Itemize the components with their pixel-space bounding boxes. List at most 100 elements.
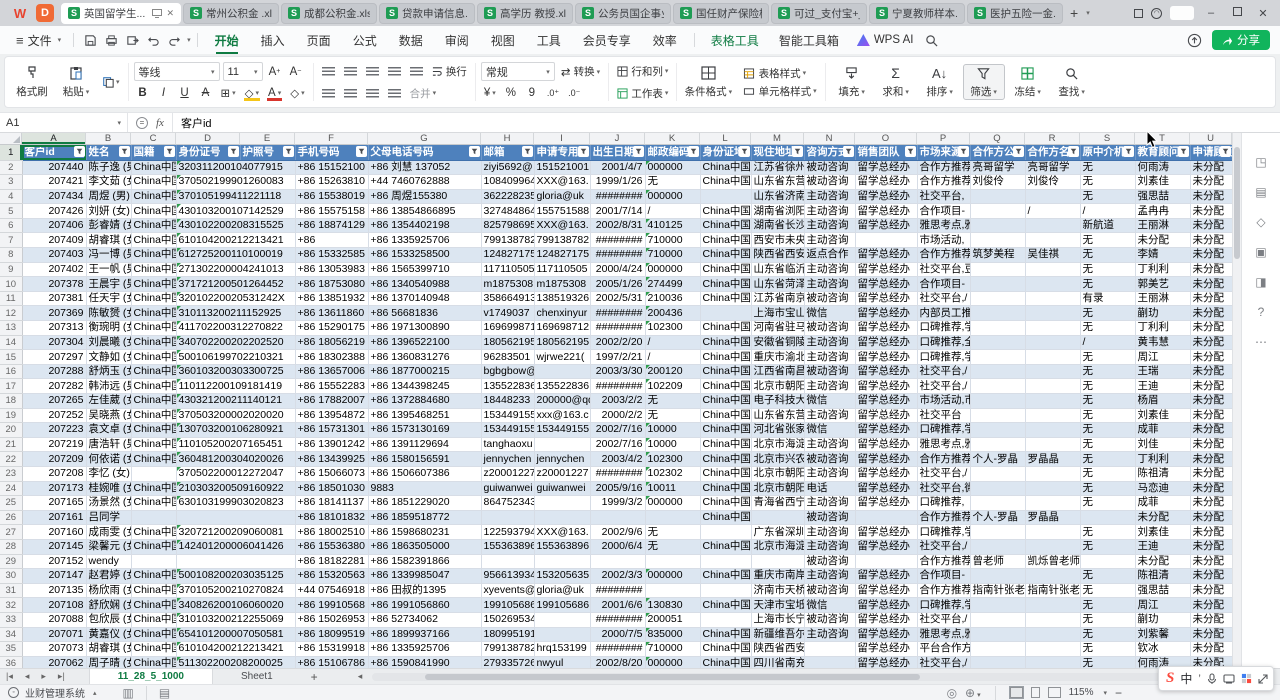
cell-D13[interactable]: 411702200312270822 [176,321,295,336]
cell-P5[interactable]: 合作项目- [917,204,970,219]
cell-C29[interactable] [131,554,176,569]
cell-K8[interactable]: 710000 [645,248,700,263]
cell-F3[interactable]: +86 15263810 [295,175,368,190]
cell-L3[interactable]: China中国 [700,175,751,190]
cell-S24[interactable]: 无 [1080,481,1135,496]
cell-K14[interactable]: / [645,335,700,350]
cell-D21[interactable]: 110105200207165451 [176,437,295,452]
row-number[interactable]: 22 [0,452,22,467]
cell-U31[interactable]: 未分配 [1190,583,1232,598]
cell-I21[interactable] [534,437,590,452]
ime-punctuation-icon[interactable]: ’ [1198,673,1200,685]
cell-D9[interactable]: 271302200004241013 [176,262,295,277]
cell-B18[interactable]: 左佳葳 (女 [86,394,131,409]
prev-sheet-icon[interactable]: ◂ [19,671,36,682]
cell-O18[interactable]: 留学总经办 [855,394,917,409]
share-button[interactable]: 分享 [1212,30,1270,50]
cell-O23[interactable]: 留学总经办 [855,466,917,481]
cell-F25[interactable]: +86 18141137 [295,496,368,511]
cell-M34[interactable]: 新疆维吾尔 [751,627,804,642]
cell-F18[interactable]: +86 17882007 [295,394,368,409]
cell-Q21[interactable] [970,437,1025,452]
filter-dropdown-icon[interactable] [843,146,854,157]
cell-U18[interactable]: 未分配 [1190,394,1232,409]
cell-O36[interactable]: 留学总经办 [855,656,917,668]
cell-D34[interactable]: 654101200007050581 [176,627,295,642]
tab-list-chevron-icon[interactable]: ▾ [1086,9,1090,17]
cell-U24[interactable]: 未分配 [1190,481,1232,496]
cell-M25[interactable]: 青海省西宁 [751,496,804,511]
cell-F32[interactable]: +86 19910568 [295,598,368,613]
cell-Q13[interactable] [970,321,1025,336]
cell-P26[interactable]: 合作方推荐 [917,510,970,525]
cell-M15[interactable]: 重庆市渝北 [751,350,804,365]
cell-U16[interactable]: 未分配 [1190,364,1232,379]
cell-D16[interactable]: 360103200303300725 [176,364,295,379]
cell-I20[interactable]: 153449155 [534,423,590,438]
cell-U21[interactable]: 未分配 [1190,437,1232,452]
document-tab[interactable]: S医护五险一金.xlsx [967,3,1063,24]
panel-preview-icon[interactable]: ▤ [1255,185,1266,199]
cell-M3[interactable]: 山东省东营 [751,175,804,190]
cell-S6[interactable]: 新航道 [1080,218,1135,233]
cell-K16[interactable]: 200120 [645,364,700,379]
cell-G15[interactable]: +86 1360831276 [368,350,481,365]
cell-G25[interactable]: +86 1851229020 [368,496,481,511]
cell-A5[interactable]: 207426 [22,204,86,219]
cell-F2[interactable]: +86 15152100 [295,160,368,175]
cell-O21[interactable]: 留学总经办 [855,437,917,452]
cell-D27[interactable]: 320721200209060081 [176,525,295,540]
cell-J28[interactable]: 2000/6/4 [590,539,645,554]
panel-window-icon[interactable]: ◨ [1255,275,1266,289]
cell-G7[interactable]: +86 1335925706 [368,233,481,248]
cell-R17[interactable] [1025,379,1080,394]
cell-M11[interactable]: 江苏省南京 [751,291,804,306]
cell-Q14[interactable] [970,335,1025,350]
cell-H21[interactable]: tanghaoxu [481,437,534,452]
panel-more-icon[interactable]: ⋯ [1255,335,1267,349]
cell-S33[interactable]: 无 [1080,612,1135,627]
cell-A30[interactable]: 207147 [22,569,86,584]
cell-B22[interactable]: 何依诺 (女 [86,452,131,467]
cell-Q2[interactable]: 亮哥留学 [970,160,1025,175]
cell-P33[interactable]: 社交平台,/ [917,612,970,627]
cell-S35[interactable]: 无 [1080,642,1135,657]
cell-M31[interactable]: 济南市天桥 [751,583,804,598]
cell-D31[interactable]: 370105200210270824 [176,583,295,598]
cell-K22[interactable]: 102300 [645,452,700,467]
menu-item[interactable]: 工具 [526,28,572,53]
cell-T24[interactable]: 马恋迪 [1135,481,1190,496]
cell-S2[interactable]: 无 [1080,160,1135,175]
cell-B30[interactable]: 赵君婷 (女 [86,569,131,584]
cell-H14[interactable]: 180562195 [481,335,534,350]
cell-L26[interactable]: China中国 [700,510,751,525]
cell-D14[interactable]: 340702200202202520 [176,335,295,350]
cell-U7[interactable]: 未分配 [1190,233,1232,248]
cell-B15[interactable]: 文静如 (女 [86,350,131,365]
cell-D26[interactable] [176,510,295,525]
cell-G36[interactable]: +86 1590841990 [368,656,481,668]
cell-S4[interactable]: 无 [1080,189,1135,204]
cell-H9[interactable]: 117110505 [481,262,534,277]
cell-K28[interactable]: 无 [645,539,700,554]
cell-S13[interactable]: 无 [1080,321,1135,336]
italic-button[interactable]: I [155,84,173,102]
cell-G13[interactable]: +86 1971300890 [368,321,481,336]
bold-button[interactable]: B [134,84,152,102]
cell-I23[interactable]: z20001227 [534,466,590,481]
cell-L13[interactable]: China中国 [700,321,751,336]
cell-H4[interactable]: 362228235 [481,189,534,204]
cell-P7[interactable]: 市场活动, [917,233,970,248]
cell-C24[interactable]: China中国 [131,481,176,496]
cell-G16[interactable]: +86 1877000215 [368,364,481,379]
cell-F36[interactable]: +86 15106786 [295,656,368,668]
cell-J34[interactable]: 2000/7/5 [590,627,645,642]
column-header-U[interactable]: U [1190,133,1232,145]
cell-N23[interactable]: 主动咨询 [804,466,855,481]
cell-S7[interactable]: 无 [1080,233,1135,248]
cell-G20[interactable]: +86 1573130169 [368,423,481,438]
cell-B24[interactable]: 桂婉唯 (女 [86,481,131,496]
cell-A25[interactable]: 207165 [22,496,86,511]
cell-I15[interactable]: wjrwe221( [534,350,590,365]
cell-Q33[interactable] [970,612,1025,627]
